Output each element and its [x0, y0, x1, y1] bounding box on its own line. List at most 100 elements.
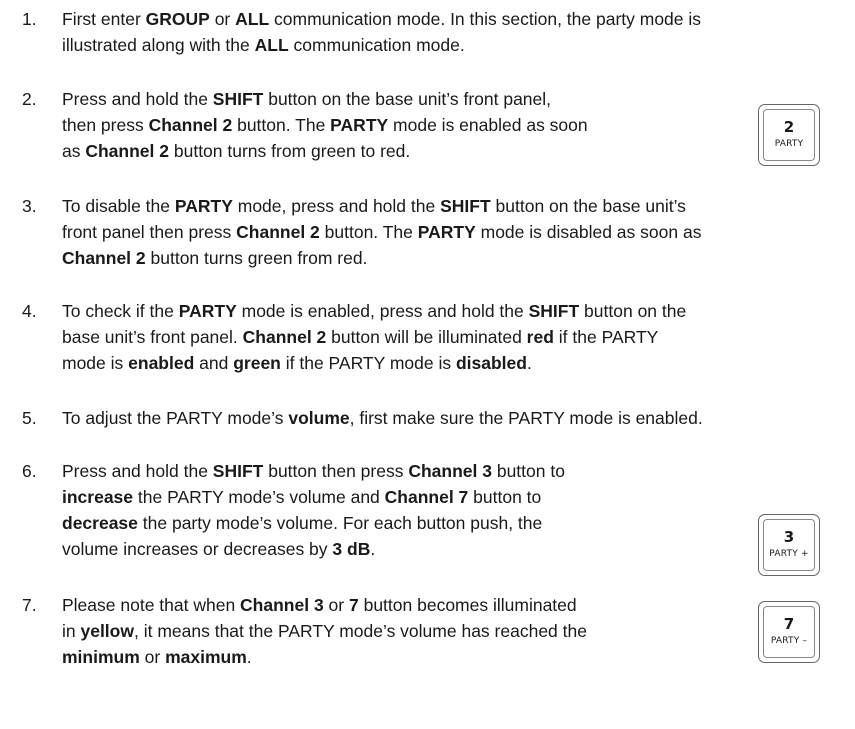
- bold-text: Channel 2: [62, 248, 146, 268]
- bold-text: PARTY: [174, 196, 233, 216]
- step-line: Press and hold the SHIFT button then pre…: [62, 458, 565, 484]
- key-label: PARTY –: [770, 636, 808, 646]
- text-run: and: [194, 353, 234, 373]
- text-run: , it means that the PARTY mode’s volume …: [133, 621, 587, 641]
- text-run: button then press: [263, 461, 409, 481]
- bold-text: SHIFT: [212, 461, 264, 481]
- text-run: front panel then press: [62, 222, 237, 242]
- bold-text: Channel 3: [240, 595, 324, 615]
- step-1: 1. First enter GROUP or ALL communicatio…: [0, 6, 855, 58]
- bold-text: PARTY: [417, 222, 476, 242]
- bold-text: Channel 7: [384, 487, 469, 507]
- bold-text: PARTY: [178, 301, 237, 321]
- text-run: in: [62, 621, 81, 641]
- text-run: mode is enabled as soon: [388, 115, 588, 135]
- text-run: or: [209, 9, 236, 29]
- step-line: volume increases or decreases by 3 dB.: [62, 536, 565, 562]
- step-line: To disable the PARTY mode, press and hol…: [62, 193, 701, 219]
- bold-text: 7: [348, 595, 359, 615]
- text-run: button becomes illuminated: [358, 595, 577, 615]
- text-run: or: [323, 595, 349, 615]
- text-run: communication mode. In this section, the…: [269, 9, 702, 29]
- text-run: the party mode’s volume. For each button…: [137, 513, 543, 533]
- step-line: front panel then press Channel 2 button.…: [62, 219, 701, 245]
- text-run: base unit’s front panel.: [62, 327, 243, 347]
- text-run: then press: [62, 115, 149, 135]
- bold-text: Channel 2: [236, 222, 320, 242]
- step-text: To disable the PARTY mode, press and hol…: [62, 193, 701, 271]
- bold-text: decrease: [62, 513, 138, 533]
- bold-text: PARTY: [330, 115, 389, 135]
- step-2: 2. Press and hold the SHIFT button on th…: [0, 86, 720, 164]
- bold-text: Channel 2: [148, 115, 233, 135]
- channel-7-party-minus-button-icon: 7 PARTY –: [758, 601, 820, 663]
- text-run: To disable the: [62, 196, 175, 216]
- step-line: increase the PARTY mode’s volume and Cha…: [62, 484, 565, 510]
- step-line: then press Channel 2 button. The PARTY m…: [62, 112, 588, 138]
- text-run: communication mode.: [288, 35, 465, 55]
- text-run: button. The: [232, 115, 331, 135]
- text-run: Press and hold the: [62, 461, 213, 481]
- text-run: button to: [491, 461, 565, 481]
- bold-text: ALL: [235, 9, 270, 29]
- step-line: Channel 2 button turns green from red.: [62, 245, 701, 271]
- step-5: 5. To adjust the PARTY mode’s volume, fi…: [0, 405, 855, 431]
- text-run: as: [62, 141, 86, 161]
- step-number: 6.: [22, 461, 37, 481]
- step-text: Press and hold the SHIFT button on the b…: [62, 86, 588, 164]
- text-run: , first make sure the PARTY mode is enab…: [349, 408, 703, 428]
- text-run: the PARTY mode’s volume and: [133, 487, 385, 507]
- bold-text: SHIFT: [440, 196, 491, 216]
- step-text: First enter GROUP or ALL communication m…: [62, 6, 701, 58]
- bold-text: volume: [288, 408, 350, 428]
- step-number: 5.: [22, 408, 37, 428]
- step-line: in yellow, it means that the PARTY mode’…: [62, 618, 587, 644]
- text-run: volume increases or decreases by: [62, 539, 333, 559]
- step-line: To check if the PARTY mode is enabled, p…: [62, 298, 686, 324]
- text-run: To check if the: [62, 301, 179, 321]
- step-6: 6. Press and hold the SHIFT button then …: [0, 458, 720, 562]
- step-text: To adjust the PARTY mode’s volume, first…: [62, 405, 703, 431]
- step-number: 1.: [22, 9, 37, 29]
- step-line: Press and hold the SHIFT button on the b…: [62, 86, 588, 112]
- bold-text: disabled: [455, 353, 527, 373]
- channel-3-party-plus-button-icon: 3 PARTY +: [758, 514, 820, 576]
- text-run: or: [139, 647, 166, 667]
- step-4: 4. To check if the PARTY mode is enabled…: [0, 298, 855, 376]
- bold-text: maximum: [165, 647, 247, 667]
- key-label: PARTY: [774, 139, 804, 149]
- step-line: To adjust the PARTY mode’s volume, first…: [62, 405, 703, 431]
- bold-text: red: [526, 327, 554, 347]
- text-run: mode is enabled, press and hold the: [236, 301, 529, 321]
- text-run: To adjust the PARTY mode’s: [62, 408, 289, 428]
- step-line: illustrated along with the ALL communica…: [62, 32, 701, 58]
- key-number: 7: [783, 615, 795, 633]
- step-line: as Channel 2 button turns from green to …: [62, 138, 588, 164]
- step-line: mode is enabled and green if the PARTY m…: [62, 350, 686, 376]
- bold-text: Channel 2: [242, 327, 327, 347]
- bold-text: yellow: [80, 621, 134, 641]
- bold-text: green: [233, 353, 281, 373]
- bold-text: enabled: [128, 353, 195, 373]
- step-line: Please note that when Channel 3 or 7 but…: [62, 592, 587, 618]
- step-line: base unit’s front panel. Channel 2 butto…: [62, 324, 686, 350]
- step-text: Press and hold the SHIFT button then pre…: [62, 458, 565, 562]
- text-run: button. The: [319, 222, 418, 242]
- key-number: 2: [783, 118, 795, 136]
- step-number: 2.: [22, 89, 37, 109]
- instruction-document: 1. First enter GROUP or ALL communicatio…: [0, 0, 855, 729]
- step-text: Please note that when Channel 3 or 7 but…: [62, 592, 587, 670]
- step-number: 3.: [22, 196, 37, 216]
- text-run: button on the base unit’s: [490, 196, 686, 216]
- bold-text: increase: [62, 487, 134, 507]
- text-run: .: [246, 647, 252, 667]
- bold-text: 3 dB: [332, 539, 371, 559]
- key-label: PARTY +: [769, 549, 809, 559]
- text-run: mode is disabled as soon as: [475, 222, 702, 242]
- key-number: 3: [783, 528, 795, 546]
- channel-2-party-button-icon: 2 PARTY: [758, 104, 820, 166]
- text-run: Press and hold the: [62, 89, 213, 109]
- step-number: 7.: [22, 595, 37, 615]
- text-run: if the PARTY mode is: [280, 353, 456, 373]
- text-run: First enter: [62, 9, 146, 29]
